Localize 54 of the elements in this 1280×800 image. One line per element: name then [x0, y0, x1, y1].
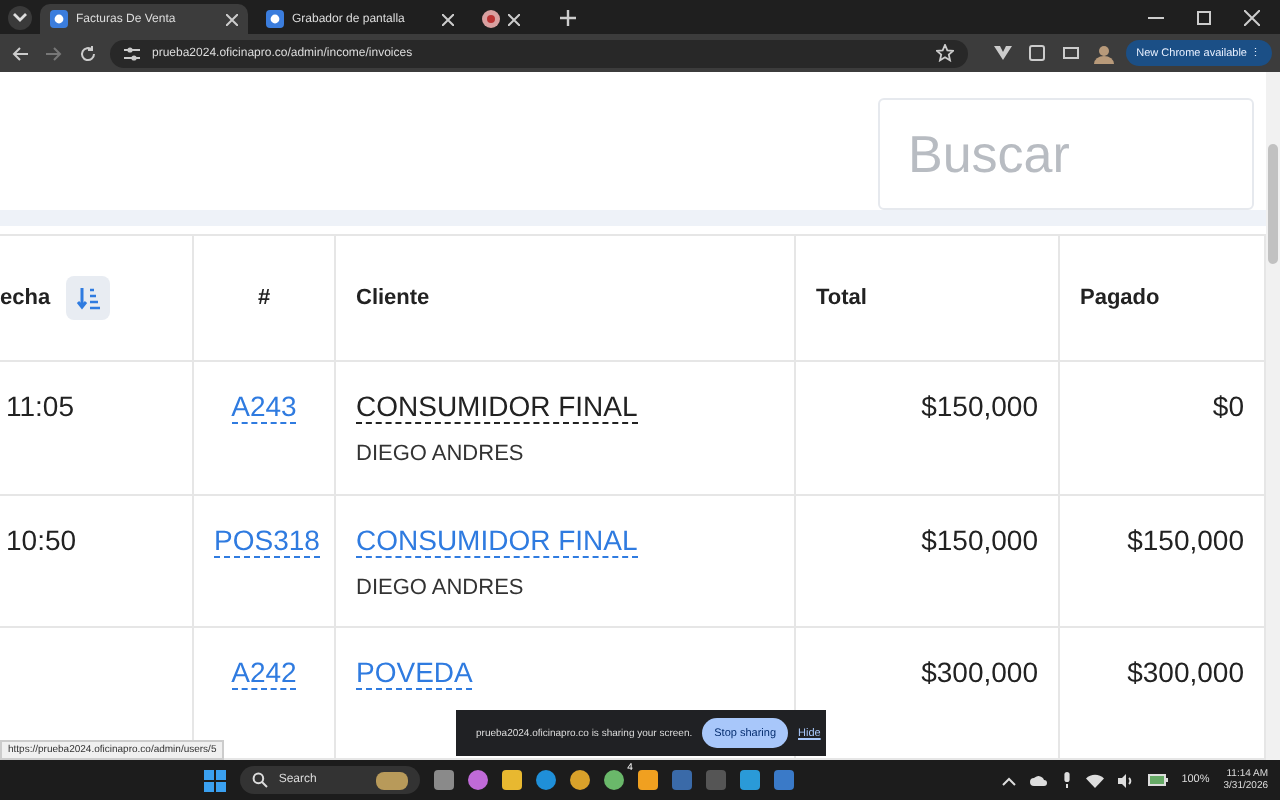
star-icon[interactable]	[936, 44, 955, 62]
notepad-icon[interactable]	[740, 770, 761, 790]
forward-arrow-icon[interactable]	[42, 45, 66, 61]
avatar-icon[interactable]	[1092, 43, 1117, 63]
site-settings-icon[interactable]	[124, 45, 140, 61]
scrollbar[interactable]	[1266, 72, 1280, 760]
invoice-link[interactable]: POS318	[214, 524, 320, 558]
folder-icon[interactable]	[502, 770, 523, 790]
speaker-icon[interactable]	[1117, 773, 1134, 787]
chevron-up-icon[interactable]	[1001, 775, 1016, 785]
reload-icon[interactable]	[76, 45, 100, 61]
wifi-icon[interactable]	[1085, 773, 1104, 787]
site-logo-icon	[50, 10, 68, 28]
table-cell: 11:05	[0, 362, 194, 496]
copilot-icon[interactable]	[468, 770, 489, 790]
puzzle-icon[interactable]	[1024, 44, 1049, 62]
cast-icon[interactable]	[1058, 44, 1083, 62]
close-icon[interactable]	[442, 13, 454, 25]
column-header: Total	[796, 236, 1060, 362]
cloud-icon[interactable]	[1029, 774, 1048, 786]
column-header: Cliente	[336, 236, 796, 362]
windows-logo-icon[interactable]	[204, 769, 227, 791]
client-link[interactable]: CONSUMIDOR FINAL	[356, 390, 638, 424]
edge-browser-icon[interactable]	[536, 770, 557, 790]
microphone-icon[interactable]	[1061, 772, 1072, 788]
calculator-icon[interactable]	[774, 770, 795, 790]
site-logo-icon	[266, 10, 284, 28]
tab-list-icon[interactable]	[8, 5, 32, 29]
invoice-link[interactable]: A243	[231, 390, 297, 424]
table-cell: 10:50	[0, 496, 194, 628]
column-header: echa	[0, 236, 194, 362]
recording-icon	[482, 10, 500, 28]
editor-icon[interactable]	[638, 770, 659, 790]
search-icon	[252, 772, 269, 788]
sort-descending-icon[interactable]	[66, 276, 111, 320]
extension-icon[interactable]	[990, 44, 1015, 62]
close-icon[interactable]	[508, 13, 520, 25]
client-link[interactable]: POVEDA	[356, 656, 473, 690]
table-cell: $150,000	[796, 362, 1060, 496]
seller-name: DIEGO ANDRES	[356, 442, 524, 466]
window-app-icon[interactable]	[672, 770, 693, 790]
battery-icon	[1147, 774, 1168, 786]
search-highlight-icon	[376, 771, 409, 789]
table-cell: $150,000	[796, 496, 1060, 628]
invoice-link[interactable]: A242	[231, 656, 297, 690]
task-view-icon[interactable]	[434, 770, 455, 790]
invoice-search-input[interactable]: Buscar	[878, 98, 1254, 210]
close-icon[interactable]	[226, 13, 238, 25]
chrome-browser-icon[interactable]	[570, 770, 591, 790]
client-link[interactable]: CONSUMIDOR FINAL	[356, 524, 638, 558]
back-arrow-icon[interactable]	[8, 45, 32, 61]
column-header: #	[194, 236, 336, 362]
new-tab-icon[interactable]	[560, 9, 576, 25]
seller-name: DIEGO ANDRES	[356, 576, 524, 600]
